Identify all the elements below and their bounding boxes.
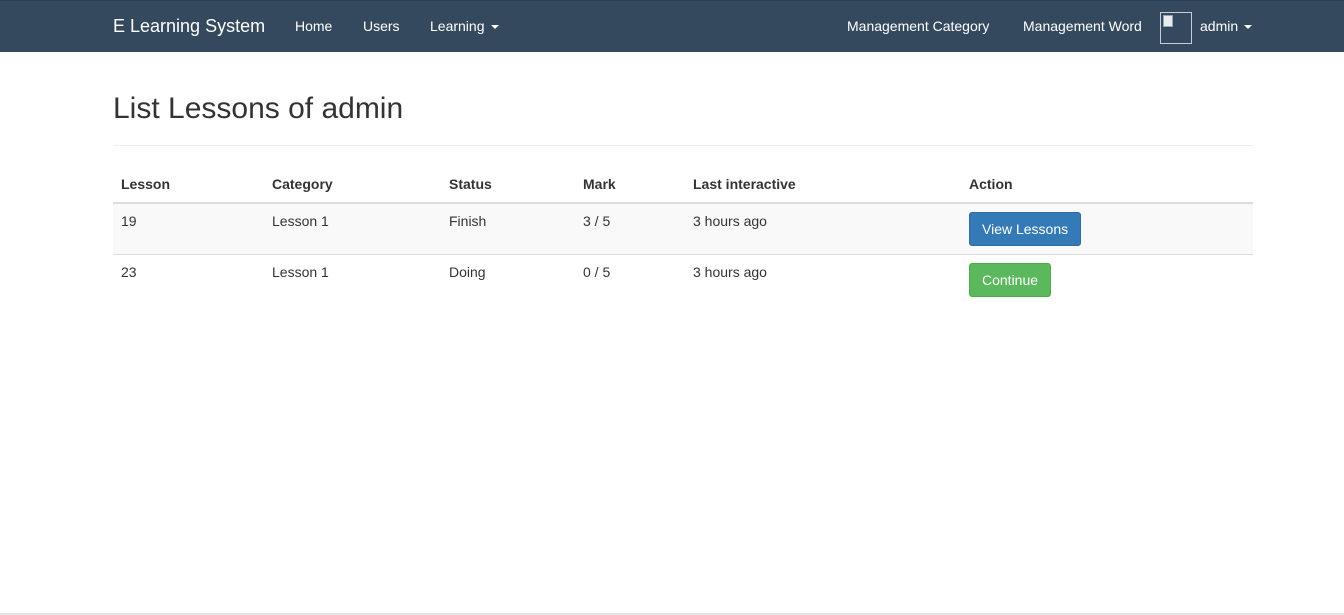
cell-category: Lesson 1 (264, 203, 441, 254)
header-status: Status (441, 166, 575, 204)
caret-down-icon (490, 25, 499, 30)
header-mark: Mark (575, 166, 685, 204)
title-divider (113, 145, 1254, 146)
continue-button[interactable]: Continue (969, 262, 1052, 297)
cell-category: Lesson 1 (264, 253, 441, 305)
nav-management-word[interactable]: Management Word (1023, 18, 1142, 34)
nav-learning-dropdown[interactable]: Learning (430, 18, 499, 34)
nav-management-category[interactable]: Management Category (847, 18, 989, 34)
user-menu-dropdown[interactable]: admin (1200, 18, 1253, 34)
avatar[interactable] (1160, 12, 1192, 44)
top-navbar: E Learning System Home Users Learning Ma… (0, 0, 1344, 52)
header-last-interactive: Last interactive (685, 166, 961, 204)
cell-action: Continue (961, 253, 1253, 305)
cell-mark: 0 / 5 (575, 253, 685, 305)
caret-down-icon (1244, 25, 1253, 30)
cell-status: Doing (441, 253, 575, 305)
lessons-table: Lesson Category Status Mark Last interac… (113, 166, 1253, 305)
cell-lesson: 23 (113, 253, 264, 305)
user-menu-label: admin (1200, 18, 1239, 34)
broken-image-icon (1163, 15, 1173, 27)
cell-status: Finish (441, 203, 575, 254)
cell-last-interactive: 3 hours ago (685, 203, 961, 254)
table-row: 23 Lesson 1 Doing 0 / 5 3 hours ago Cont… (113, 253, 1253, 305)
page-title: List Lessons of admin (113, 92, 404, 125)
header-lesson: Lesson (113, 166, 264, 204)
table-row: 19 Lesson 1 Finish 3 / 5 3 hours ago Vie… (113, 203, 1253, 254)
cell-last-interactive: 3 hours ago (685, 253, 961, 305)
brand-link[interactable]: E Learning System (113, 16, 265, 37)
view-lessons-button[interactable]: View Lessons (969, 212, 1082, 246)
header-action: Action (961, 166, 1253, 204)
nav-learning-label: Learning (430, 18, 485, 34)
cell-action: View Lessons (961, 203, 1253, 254)
nav-home[interactable]: Home (295, 18, 332, 34)
cell-mark: 3 / 5 (575, 203, 685, 254)
table-header-row: Lesson Category Status Mark Last interac… (113, 166, 1253, 204)
nav-users[interactable]: Users (363, 18, 400, 34)
cell-lesson: 19 (113, 203, 264, 254)
header-category: Category (264, 166, 441, 204)
